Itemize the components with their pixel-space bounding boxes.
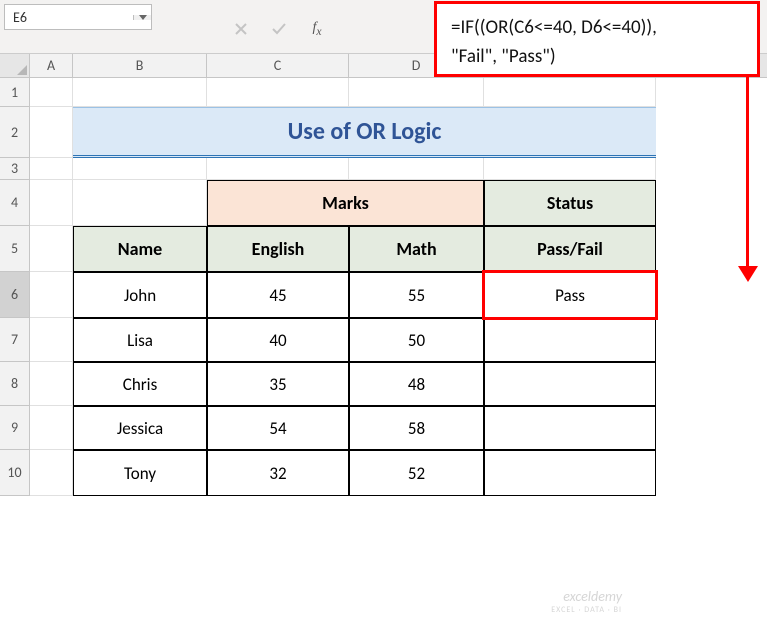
fx-icon: fx <box>312 20 321 38</box>
cell-C9[interactable]: 54 <box>207 406 349 450</box>
chevron-down-icon <box>139 15 147 20</box>
cell-A3[interactable] <box>30 158 73 180</box>
row-8: 8 Chris 35 48 <box>0 362 767 406</box>
cell-E8[interactable] <box>484 362 656 406</box>
cell-D8[interactable]: 48 <box>349 362 484 406</box>
select-all-corner[interactable] <box>0 54 30 77</box>
name-box-dropdown[interactable] <box>133 15 151 20</box>
row-6: 6 John 45 55 Pass <box>0 272 767 318</box>
math-header[interactable]: Math <box>349 226 484 272</box>
cancel-formula-button[interactable] <box>232 20 250 38</box>
row-5: 5 Name English Math Pass/Fail <box>0 226 767 272</box>
cell-D3[interactable] <box>349 158 484 180</box>
row-header-10[interactable]: 10 <box>0 450 30 496</box>
cell-A9[interactable] <box>30 406 73 450</box>
cell-D10[interactable]: 52 <box>349 450 484 496</box>
row-10: 10 Tony 32 52 <box>0 450 767 496</box>
cell-B6[interactable]: John <box>73 272 207 318</box>
title-cell[interactable]: Use of OR Logic <box>73 107 656 158</box>
cell-A5[interactable] <box>30 226 73 272</box>
cell-B10[interactable]: Tony <box>73 450 207 496</box>
cell-E1[interactable] <box>484 78 656 107</box>
row-2: 2 Use of OR Logic <box>0 107 767 158</box>
formula-line-1: =IF((OR(C6<=40, D6<=40)), <box>451 14 743 43</box>
cell-B4[interactable] <box>73 180 207 226</box>
cell-C1[interactable] <box>207 78 349 107</box>
row-header-2[interactable]: 2 <box>0 107 30 158</box>
watermark: exceldemy EXCEL · DATA · BI <box>551 588 622 615</box>
cell-E7[interactable] <box>484 318 656 362</box>
row-9: 9 Jessica 54 58 <box>0 406 767 450</box>
cell-E9[interactable] <box>484 406 656 450</box>
formula-line-2: "Fail", "Pass") <box>451 43 743 72</box>
row-7: 7 Lisa 40 50 <box>0 318 767 362</box>
cell-D7[interactable]: 50 <box>349 318 484 362</box>
cell-B1[interactable] <box>73 78 207 107</box>
cell-C7[interactable]: 40 <box>207 318 349 362</box>
cell-E10[interactable] <box>484 450 656 496</box>
cell-C6[interactable]: 45 <box>207 272 349 318</box>
cell-B7[interactable]: Lisa <box>73 318 207 362</box>
cell-B3[interactable] <box>73 158 207 180</box>
cell-A6[interactable] <box>30 272 73 318</box>
callout-arrow-head <box>738 266 758 282</box>
cell-C10[interactable]: 32 <box>207 450 349 496</box>
cell-D9[interactable]: 58 <box>349 406 484 450</box>
cell-A8[interactable] <box>30 362 73 406</box>
cell-C8[interactable]: 35 <box>207 362 349 406</box>
row-header-3[interactable]: 3 <box>0 158 30 180</box>
row-header-7[interactable]: 7 <box>0 318 30 362</box>
row-header-5[interactable]: 5 <box>0 226 30 272</box>
col-header-B[interactable]: B <box>73 54 207 77</box>
cell-A10[interactable] <box>30 450 73 496</box>
status-header[interactable]: Status <box>484 180 656 226</box>
english-header[interactable]: English <box>207 226 349 272</box>
col-header-A[interactable]: A <box>30 54 73 77</box>
cell-D1[interactable] <box>349 78 484 107</box>
name-header[interactable]: Name <box>73 226 207 272</box>
cell-A1[interactable] <box>30 78 73 107</box>
confirm-formula-button[interactable] <box>270 20 288 38</box>
cell-C3[interactable] <box>207 158 349 180</box>
marks-header[interactable]: Marks <box>207 180 484 226</box>
row-header-1[interactable]: 1 <box>0 78 30 107</box>
row-header-8[interactable]: 8 <box>0 362 30 406</box>
row-header-9[interactable]: 9 <box>0 406 30 450</box>
row-header-4[interactable]: 4 <box>0 180 30 226</box>
callout-arrow-line <box>746 77 749 272</box>
cell-A2[interactable] <box>30 107 73 158</box>
cell-A4[interactable] <box>30 180 73 226</box>
cell-E3[interactable] <box>484 158 656 180</box>
x-icon <box>234 22 248 36</box>
name-box[interactable]: E6 <box>4 4 152 30</box>
spreadsheet-grid: 1 2 Use of OR Logic 3 4 Marks Status 5 N… <box>0 78 767 496</box>
row-4: 4 Marks Status <box>0 180 767 226</box>
cell-D6[interactable]: 55 <box>349 272 484 318</box>
row-1: 1 <box>0 78 767 107</box>
check-icon <box>271 22 287 36</box>
fx-button[interactable]: fx <box>308 20 326 38</box>
passfail-header[interactable]: Pass/Fail <box>484 226 656 272</box>
row-3: 3 <box>0 158 767 180</box>
cell-B8[interactable]: Chris <box>73 362 207 406</box>
row-header-6[interactable]: 6 <box>0 272 30 318</box>
name-box-value: E6 <box>5 7 133 28</box>
cell-B9[interactable]: Jessica <box>73 406 207 450</box>
watermark-line2: EXCEL · DATA · BI <box>551 605 622 615</box>
col-header-C[interactable]: C <box>207 54 349 77</box>
cell-A7[interactable] <box>30 318 73 362</box>
cell-E6[interactable]: Pass <box>484 272 656 318</box>
watermark-line1: exceldemy <box>551 588 622 605</box>
formula-callout: =IF((OR(C6<=40, D6<=40)), "Fail", "Pass"… <box>434 1 760 77</box>
formula-bar-buttons: fx <box>232 4 326 53</box>
